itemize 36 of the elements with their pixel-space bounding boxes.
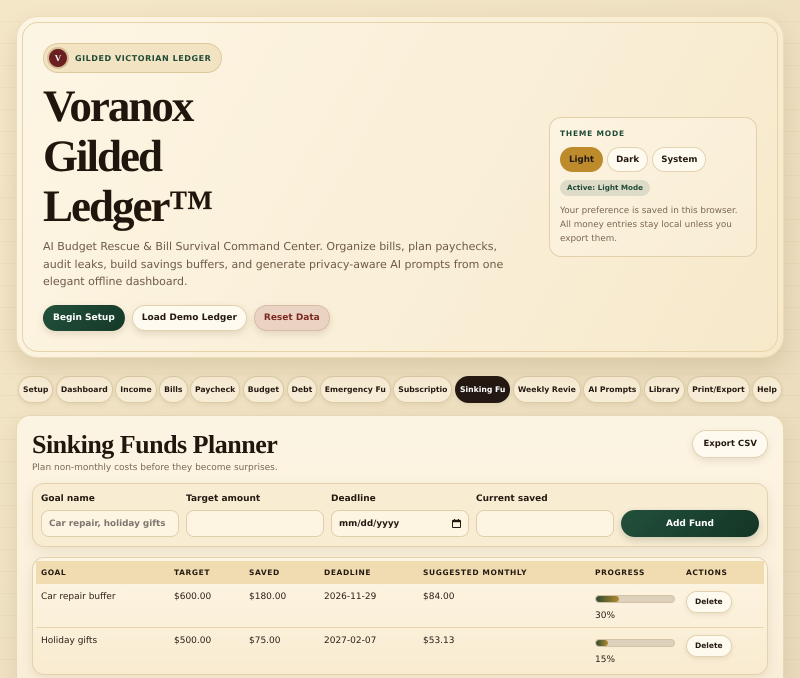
field-label: Goal name <box>41 493 96 505</box>
field-label: Target amount <box>186 493 262 505</box>
table-cell-text: 2027-02-07 <box>323 635 378 647</box>
table-cell-text: $53.13 <box>422 635 456 647</box>
hero-description: AI Budget Rescue & Bill Survival Command Center. Organize bills, plan paychecks, audit leaks, build savings buffers, and generate privacy-aware AI prompts from one elegant offline dashboard. <box>43 239 504 290</box>
field-label: Current saved <box>476 493 549 505</box>
begin-setup-button[interactable]: Begin Setup <box>43 304 125 331</box>
theme-option-button[interactable]: Light <box>560 147 604 172</box>
table-cell-text: Holiday gifts <box>40 635 98 647</box>
calendar-icon[interactable] <box>452 519 461 528</box>
monogram-logo: V <box>47 47 69 70</box>
section-title: Sinking Funds Planner <box>32 430 278 460</box>
table-cell-text: 2026-11-29 <box>323 591 378 603</box>
brand-label: GILDED VICTORIAN LEDGER <box>75 54 212 63</box>
theme-note: Your preference is saved in this browser. All money entries stay local unless you export them. <box>560 205 739 246</box>
progress-percent: 15% <box>595 655 616 666</box>
text-input[interactable] <box>186 510 324 537</box>
table-cell-text: $180.00 <box>248 591 288 603</box>
theme-option-button[interactable]: System <box>652 147 706 172</box>
load-demo-button[interactable]: Load Demo Ledger <box>132 304 247 331</box>
reset-data-button[interactable]: Reset Data <box>254 304 330 331</box>
table-cell-text: $75.00 <box>248 635 282 647</box>
field-label: Deadline <box>331 493 377 505</box>
table-cell-text: $600.00 <box>173 591 212 603</box>
text-input[interactable]: Car repair, holiday gifts <box>41 510 179 537</box>
table-cell-text: $500.00 <box>173 635 212 647</box>
table-cell-text: Car repair buffer <box>40 591 117 603</box>
export-csv-button[interactable]: Export CSV <box>692 430 768 458</box>
date-input[interactable]: mm/dd/yyyy <box>331 510 469 537</box>
progress-percent: 30% <box>595 611 616 622</box>
hero-title: Voranox Gilded Ledger™ <box>43 81 213 232</box>
add-fund-button[interactable]: Add Fund <box>621 510 759 537</box>
table-cell-text: $84.00 <box>422 591 456 603</box>
section-subtitle: Plan non-monthly costs before they become surprises. <box>32 462 278 474</box>
text-input[interactable] <box>476 510 614 537</box>
theme-option-button[interactable]: Dark <box>607 147 648 172</box>
